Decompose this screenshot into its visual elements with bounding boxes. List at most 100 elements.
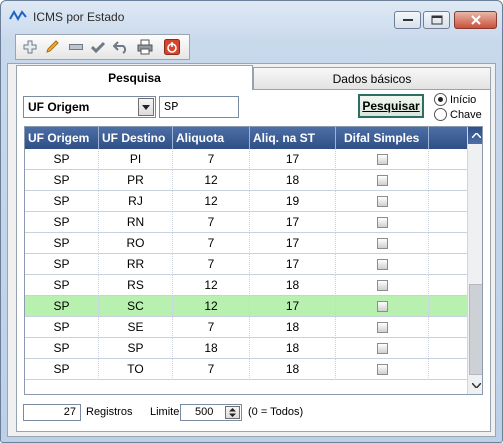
cell-uf-destino: RN bbox=[99, 212, 173, 233]
cell-uf-destino: RO bbox=[99, 233, 173, 254]
column-header-aliquota[interactable]: Aliquota bbox=[173, 127, 250, 149]
table-row[interactable]: SP TO 7 18 bbox=[25, 359, 467, 380]
cell-uf-origem: SP bbox=[25, 233, 99, 254]
cell-aliquota: 7 bbox=[173, 359, 250, 380]
column-header-uf-destino[interactable]: UF Destino bbox=[99, 127, 173, 149]
edit-button[interactable] bbox=[42, 37, 62, 57]
table-row[interactable]: SP RS 12 18 bbox=[25, 275, 467, 296]
scroll-thumb[interactable] bbox=[469, 284, 482, 375]
column-header-aliq-st[interactable]: Aliq. na ST bbox=[250, 127, 336, 149]
dropdown-button[interactable] bbox=[138, 98, 154, 116]
limit-input[interactable]: 500 bbox=[180, 404, 242, 421]
cell-uf-destino: PI bbox=[99, 149, 173, 170]
cell-aliquota: 12 bbox=[173, 170, 250, 191]
cell-uf-destino: RJ bbox=[99, 191, 173, 212]
radio-chave[interactable]: Chave bbox=[434, 108, 482, 121]
difal-checkbox[interactable] bbox=[376, 154, 388, 166]
cell-uf-origem: SP bbox=[25, 212, 99, 233]
cell-difal-simples[interactable] bbox=[336, 212, 429, 233]
cell-aliquota: 7 bbox=[173, 212, 250, 233]
tab-dados-basicos-label: Dados básicos bbox=[332, 71, 412, 86]
cell-difal-simples[interactable] bbox=[336, 359, 429, 380]
difal-checkbox[interactable] bbox=[376, 364, 388, 376]
difal-checkbox[interactable] bbox=[376, 196, 388, 208]
limit-spinner[interactable] bbox=[225, 406, 240, 419]
tab-pesquisa-label: Pesquisa bbox=[108, 71, 161, 85]
cell-uf-origem: SP bbox=[25, 191, 99, 212]
cell-difal-simples[interactable] bbox=[336, 233, 429, 254]
table-row[interactable]: SP RJ 12 19 bbox=[25, 191, 467, 212]
undo-icon bbox=[113, 41, 127, 54]
chevron-down-icon bbox=[142, 104, 150, 110]
title-bar[interactable]: ICMS por Estado bbox=[1, 1, 502, 33]
difal-checkbox[interactable] bbox=[376, 280, 388, 292]
difal-checkbox[interactable] bbox=[376, 175, 388, 187]
remove-icon bbox=[69, 44, 83, 50]
tab-dados-basicos[interactable]: Dados básicos bbox=[253, 67, 491, 89]
cell-uf-origem: SP bbox=[25, 254, 99, 275]
cell-difal-simples[interactable] bbox=[336, 170, 429, 191]
add-button[interactable] bbox=[20, 37, 40, 57]
cell-aliquota: 18 bbox=[173, 338, 250, 359]
difal-checkbox[interactable] bbox=[376, 238, 388, 250]
table-row[interactable]: SP PI 7 17 bbox=[25, 149, 467, 170]
table-row[interactable]: SP SP 18 18 bbox=[25, 338, 467, 359]
spinner-arrows-icon bbox=[229, 408, 236, 417]
cell-aliq-st: 17 bbox=[250, 254, 336, 275]
difal-checkbox[interactable] bbox=[376, 259, 388, 271]
edit-pencil-icon bbox=[46, 40, 59, 53]
close-button[interactable] bbox=[454, 11, 497, 29]
print-button[interactable] bbox=[135, 37, 155, 57]
difal-checkbox[interactable] bbox=[376, 343, 388, 355]
search-button[interactable]: Pesquisar bbox=[358, 94, 424, 118]
table-row[interactable]: SP RN 7 17 bbox=[25, 212, 467, 233]
table-row[interactable]: SP SE 7 18 bbox=[25, 317, 467, 338]
table-row[interactable]: SP SC 12 17 bbox=[25, 296, 467, 317]
search-field-value: UF Origem bbox=[28, 100, 90, 114]
radio-inicio[interactable]: Início bbox=[434, 93, 476, 106]
table-row[interactable]: SP RO 7 17 bbox=[25, 233, 467, 254]
cell-difal-simples[interactable] bbox=[336, 149, 429, 170]
table-row[interactable]: SP PR 12 18 bbox=[25, 170, 467, 191]
scroll-up-button[interactable] bbox=[468, 127, 482, 144]
limit-label: Limite: bbox=[150, 406, 183, 418]
cell-aliquota: 7 bbox=[173, 233, 250, 254]
cell-aliquota: 12 bbox=[173, 275, 250, 296]
search-input[interactable]: SP bbox=[159, 96, 239, 118]
power-exit-icon bbox=[164, 39, 180, 55]
undo-button[interactable] bbox=[111, 37, 131, 57]
cell-difal-simples[interactable] bbox=[336, 317, 429, 338]
remove-button[interactable] bbox=[66, 37, 86, 57]
difal-checkbox[interactable] bbox=[376, 217, 388, 229]
exit-button[interactable] bbox=[162, 37, 182, 57]
confirm-button[interactable] bbox=[88, 37, 108, 57]
record-count: 27 bbox=[23, 404, 81, 421]
minimize-button[interactable] bbox=[394, 11, 421, 29]
limit-value: 500 bbox=[195, 406, 214, 418]
tab-pesquisa[interactable]: Pesquisa bbox=[16, 65, 253, 90]
cell-difal-simples[interactable] bbox=[336, 296, 429, 317]
table-row[interactable]: SP RR 7 17 bbox=[25, 254, 467, 275]
minimize-icon bbox=[402, 19, 413, 21]
search-field-select[interactable]: UF Origem bbox=[23, 96, 156, 118]
radio-inicio-label: Início bbox=[450, 93, 477, 106]
difal-checkbox[interactable] bbox=[376, 322, 388, 334]
cell-difal-simples[interactable] bbox=[336, 254, 429, 275]
app-logo-icon bbox=[9, 9, 27, 22]
cell-difal-simples[interactable] bbox=[336, 191, 429, 212]
vertical-scrollbar[interactable] bbox=[467, 127, 482, 394]
icms-window: ICMS por Estado Pesquisa Dados básicos U… bbox=[0, 0, 503, 443]
radio-inicio-dot bbox=[434, 93, 447, 106]
difal-checkbox[interactable] bbox=[376, 301, 388, 313]
column-header-difal[interactable]: Difal Simples bbox=[336, 127, 429, 149]
cell-difal-simples[interactable] bbox=[336, 338, 429, 359]
column-header-uf-origem[interactable]: UF Origem bbox=[25, 127, 99, 149]
cell-difal-simples[interactable] bbox=[336, 275, 429, 296]
cell-aliq-st: 19 bbox=[250, 191, 336, 212]
print-icon bbox=[137, 39, 153, 55]
cell-uf-destino: RR bbox=[99, 254, 173, 275]
maximize-button[interactable] bbox=[423, 11, 450, 29]
scroll-down-button[interactable] bbox=[468, 377, 482, 394]
cell-uf-destino: SE bbox=[99, 317, 173, 338]
add-icon bbox=[23, 40, 37, 54]
